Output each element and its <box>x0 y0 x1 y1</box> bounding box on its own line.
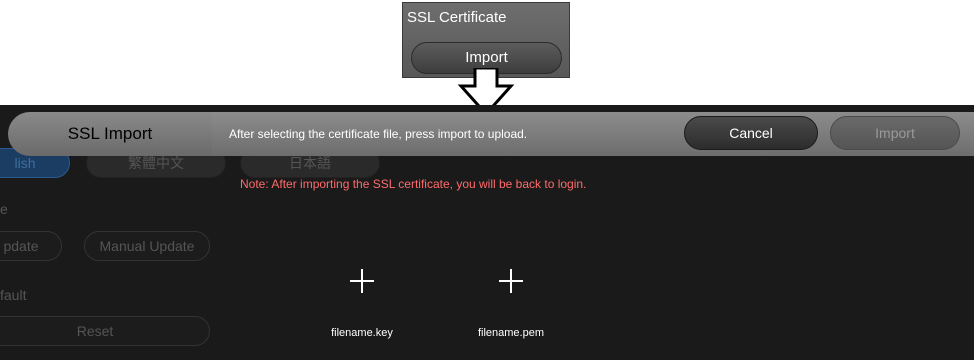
ssl-import-header: SSL Import After selecting the certifica… <box>0 112 974 156</box>
ssl-import-title: SSL Import <box>67 124 153 143</box>
pem-file-picker[interactable]: filename.pem <box>451 265 571 339</box>
ssl-import-title-panel: SSL Import <box>8 112 212 156</box>
login-warning-note: Note: After importing the SSL certificat… <box>240 177 587 191</box>
ssl-import-dialog: lish 繁體中文 日本語 e pdate Manual Update faul… <box>0 105 974 360</box>
plus-icon[interactable] <box>345 265 379 299</box>
key-file-name: filename.key <box>331 327 393 339</box>
reset-button: Reset <box>0 316 210 346</box>
pem-file-name: filename.pem <box>477 327 545 339</box>
update-button: pdate <box>0 231 62 261</box>
section-label-e: e <box>0 201 8 217</box>
ssl-certificate-title: SSL Certificate <box>407 9 507 26</box>
manual-update-button: Manual Update <box>84 231 210 261</box>
plus-icon[interactable] <box>494 265 528 299</box>
instruction-message: After selecting the certificate file, pr… <box>229 127 528 141</box>
cancel-button[interactable]: Cancel <box>684 116 818 150</box>
import-button[interactable]: Import <box>830 116 960 150</box>
default-label: fault <box>0 287 27 303</box>
ssl-import-toolbar: After selecting the certificate file, pr… <box>212 112 974 156</box>
ssl-certificate-callout: SSL Certificate Import <box>402 2 570 78</box>
key-file-picker[interactable]: filename.key <box>302 265 422 339</box>
